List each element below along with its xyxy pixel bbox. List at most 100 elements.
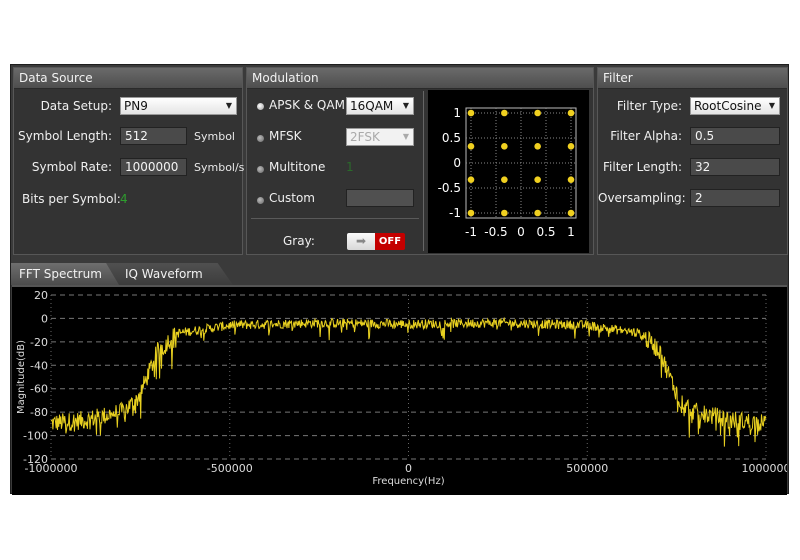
radio-button[interactable]: [257, 135, 264, 142]
radio-label: MFSK: [269, 129, 302, 143]
radio-button[interactable]: [257, 103, 264, 110]
data-source-panel: Data Source Data Setup: PN9 ▼ Symbol Len…: [13, 67, 245, 255]
y-tick-label: -20: [30, 336, 48, 349]
constellation-point: [501, 209, 508, 217]
filter-type-label: Filter Type:: [616, 99, 682, 113]
bits-per-symbol-label: Bits per Symbol:: [22, 192, 121, 206]
divider: [423, 91, 424, 251]
chevron-down-icon: ▼: [768, 101, 775, 110]
radio-label: Custom: [269, 191, 315, 205]
y-tick-label: -0.5: [438, 181, 461, 195]
y-tick-label: -60: [30, 383, 48, 396]
filter-alpha-input[interactable]: 0.5: [690, 127, 780, 145]
constellation-point: [567, 143, 575, 150]
panel-title: Data Source: [14, 68, 242, 89]
constellation-plot: -1 1 -0.5 0.5 0 0 0.5 -0.5 1 -1: [428, 90, 589, 253]
tab-fft-spectrum[interactable]: FFT Spectrum: [11, 263, 119, 285]
x-axis-label: Frequency(Hz): [372, 476, 444, 487]
panel-title: Modulation: [247, 68, 593, 89]
constellation-point: [467, 143, 475, 150]
constellation-point: [567, 209, 575, 217]
panel-title: Filter: [598, 68, 787, 89]
filter-length-label: Filter Length:: [603, 160, 682, 174]
y-tick-label: 0: [453, 156, 461, 170]
y-tick-label: 0.5: [442, 131, 461, 145]
gray-label: Gray:: [283, 234, 315, 248]
filter-panel: Filter Filter Type: RootCosine ▼ Filter …: [597, 67, 788, 255]
symbol-length-input[interactable]: 512: [120, 127, 187, 145]
arrow-right-icon: ➡: [347, 233, 375, 250]
y-axis-label: Magnitude(dB): [16, 340, 27, 414]
chevron-down-icon: ▼: [402, 132, 409, 141]
toggle-state-label: OFF: [375, 233, 405, 250]
y-tick-label: 0: [41, 312, 48, 325]
fft-spectrum-svg: 200-20-40-60-80-100-120-1000000 -500000 0 5…: [16, 289, 791, 487]
tab-label: FFT Spectrum: [19, 267, 102, 281]
radio-label: Multitone: [269, 160, 326, 174]
x-tick-label: 1000000: [742, 462, 788, 475]
x-tick-label: 500000: [566, 462, 608, 475]
constellation-point: [467, 176, 475, 183]
x-tick-label: 0: [517, 225, 525, 239]
tab-iq-waveform[interactable]: IQ Waveform: [105, 263, 233, 285]
filter-length-input[interactable]: 32: [690, 158, 780, 176]
symbol-length-label: Symbol Length:: [18, 129, 112, 143]
constellation-point: [534, 209, 541, 217]
filter-type-select[interactable]: RootCosine ▼: [690, 97, 780, 115]
radio-button[interactable]: [257, 197, 264, 204]
data-setup-select[interactable]: PN9 ▼: [120, 97, 237, 115]
tab-bar: IQ Waveform FFT Spectrum: [11, 261, 788, 285]
constellation-svg: -1 1 -0.5 0.5 0 0 0.5 -0.5 1 -1: [438, 106, 577, 239]
filter-type-value: RootCosine: [694, 99, 762, 113]
constellation-point: [467, 209, 475, 217]
x-tick-label: -500000: [207, 462, 253, 475]
fft-spectrum-chart: 20 0 -20 -40 -60 -80 -100 -120 -1000000 -500000 0 5…: [12, 285, 791, 495]
gray-toggle[interactable]: ➡ OFF: [347, 233, 405, 250]
x-tick-label: 1: [567, 225, 575, 239]
y-tick-label: -100: [23, 430, 48, 443]
y-tick-label: 20: [34, 289, 48, 302]
radio-button[interactable]: [257, 166, 264, 173]
divider: [251, 218, 419, 219]
chevron-down-icon: ▼: [402, 101, 409, 110]
constellation-point: [567, 176, 575, 183]
oversampling-label: Oversampling:: [598, 191, 686, 205]
y-tick-label: -1: [449, 206, 461, 220]
constellation-point: [534, 143, 541, 150]
symbol-length-unit: Symbol: [194, 130, 235, 143]
app-window: Data Source Data Setup: PN9 ▼ Symbol Len…: [10, 64, 791, 495]
data-setup-label: Data Setup:: [40, 99, 112, 113]
constellation-point: [534, 109, 541, 117]
x-tick-label: -1000000: [25, 462, 78, 475]
constellation-point: [534, 176, 541, 183]
mfsk-order-value: 2FSK: [350, 130, 380, 144]
constellation-point: [567, 109, 575, 117]
qam-order-select[interactable]: 16QAM ▼: [346, 97, 414, 115]
modulation-panel: Modulation APSK & QAM 16QAM ▼ MFSK 2FSK …: [246, 67, 594, 255]
x-tick-label: -1: [465, 225, 477, 239]
oversampling-input[interactable]: 2: [690, 189, 780, 207]
symbol-rate-unit: Symbol/s: [194, 161, 245, 174]
filter-alpha-label: Filter Alpha:: [610, 129, 682, 143]
constellation-point: [501, 109, 508, 117]
bits-per-symbol-value: 4: [120, 192, 128, 206]
constellation-point: [467, 109, 475, 117]
mfsk-order-select[interactable]: 2FSK ▼: [346, 128, 414, 146]
x-tick-label: 0: [405, 462, 412, 475]
symbol-rate-input[interactable]: 1000000: [120, 158, 187, 176]
tab-label: IQ Waveform: [125, 267, 203, 281]
symbol-rate-label: Symbol Rate:: [31, 160, 112, 174]
constellation-point: [501, 176, 508, 183]
constellation-point: [501, 143, 508, 150]
multitone-value: 1: [346, 160, 354, 174]
y-tick-label: -40: [30, 359, 48, 372]
x-tick-label: -0.5: [484, 225, 507, 239]
custom-input[interactable]: [346, 189, 414, 207]
y-tick-label: 1: [453, 106, 461, 120]
qam-order-value: 16QAM: [350, 99, 394, 113]
y-tick-label: -80: [30, 406, 48, 419]
data-setup-value: PN9: [124, 99, 148, 113]
radio-label: APSK & QAM: [269, 98, 345, 112]
x-tick-label: 0.5: [536, 225, 555, 239]
chevron-down-icon: ▼: [225, 101, 232, 110]
